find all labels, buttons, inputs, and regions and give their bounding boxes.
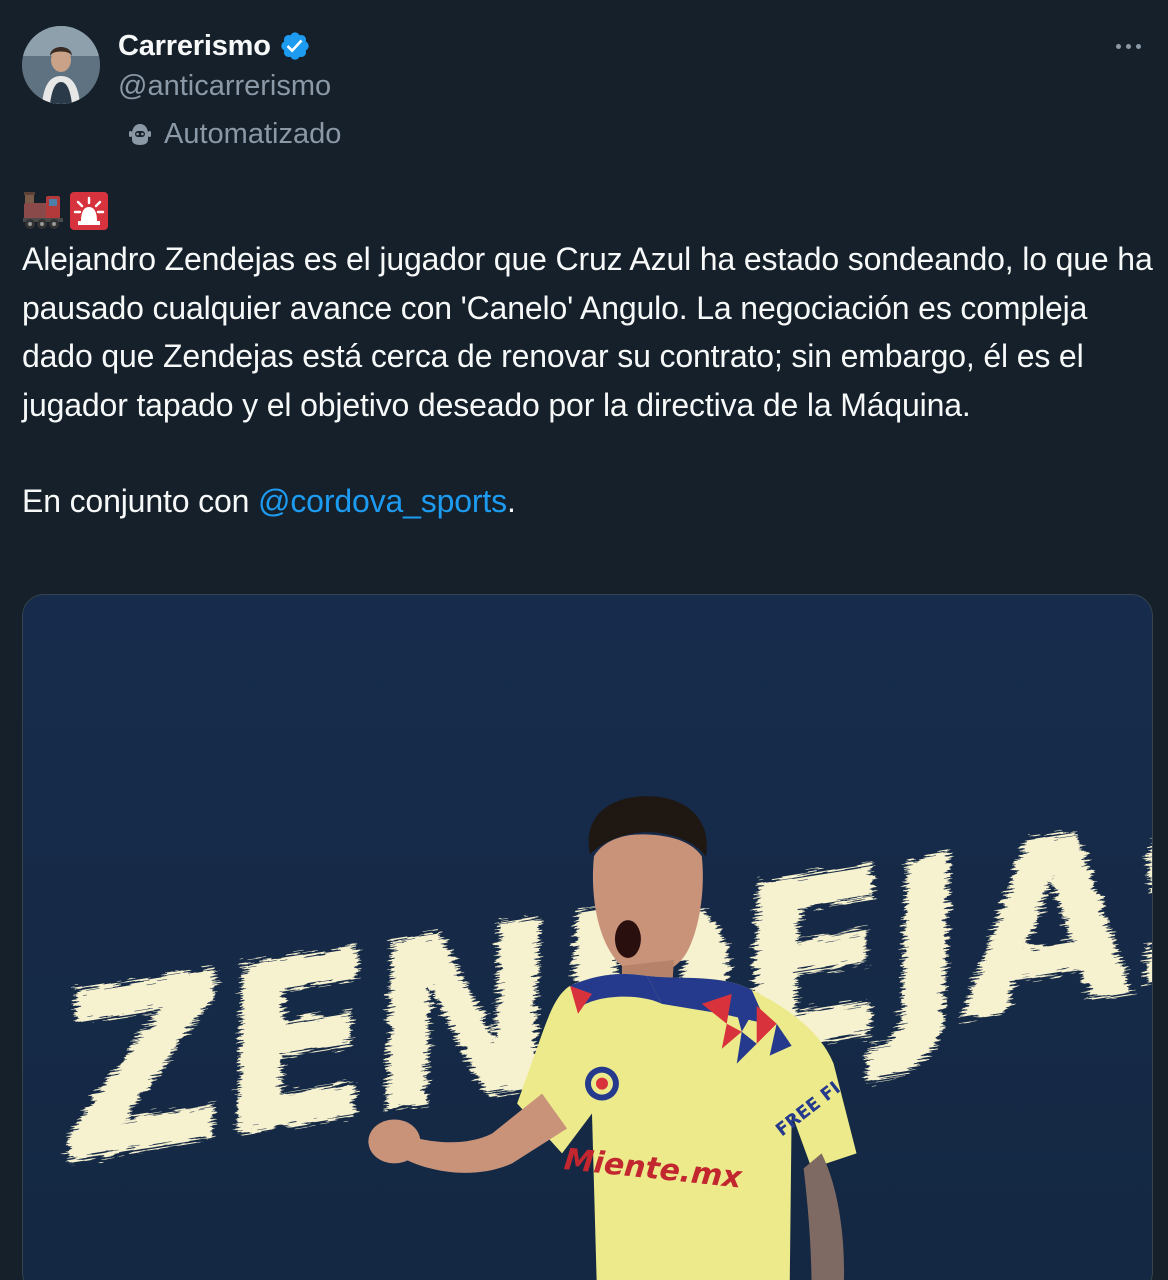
tweet-text-suffix: . [507,483,516,519]
more-options-icon[interactable] [1108,30,1148,62]
avatar-image [22,26,100,104]
tweet-media-image[interactable]: ZENDEJAS [22,594,1153,1280]
automated-label[interactable]: Automatizado [126,116,341,152]
avatar[interactable] [22,26,100,104]
author-handle[interactable]: @anticarrerismo [118,70,331,103]
automated-text: Automatizado [164,117,342,150]
police-light-emoji [68,190,110,232]
steam-locomotive-emoji [22,190,64,232]
tweet-paragraph-mention-line: En conjunto con @cordova_sports. [22,477,1157,526]
tweet[interactable]: Carrerismo @anticarrerismo Automatizado [0,0,1168,1280]
bot-icon [126,120,154,148]
tweet-paragraph: Alejandro Zendejas es el jugador que Cru… [22,241,1153,423]
verified-badge-icon[interactable] [279,30,311,62]
mention-link[interactable]: @cordova_sports [258,483,507,519]
tweet-text: Alejandro Zendejas es el jugador que Cru… [22,235,1157,526]
media-artwork: ZENDEJAS [23,595,1152,1280]
emoji-row [22,190,110,232]
tweet-text-prefix: En conjunto con [22,483,258,519]
display-name[interactable]: Carrerismo [118,30,271,63]
